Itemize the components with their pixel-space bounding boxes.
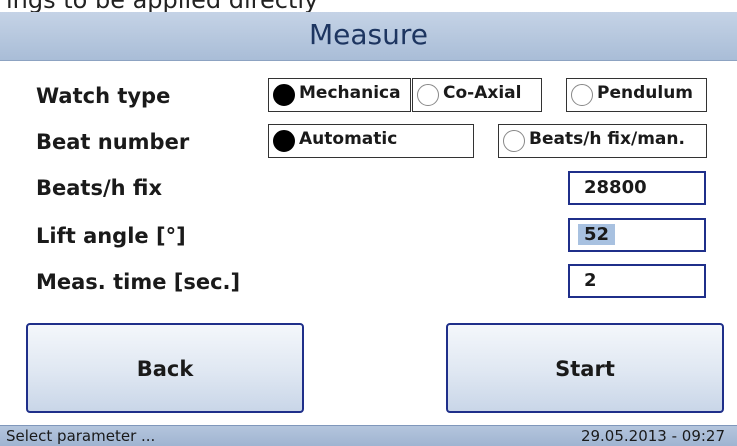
status-datetime: 29.05.2013 - 09:27: [580, 427, 725, 445]
meas-time-label: Meas. time [sec.]: [36, 270, 241, 294]
radio-empty-icon: [571, 84, 593, 106]
radio-label: Automatic: [299, 129, 398, 149]
watch-type-coaxial-radio[interactable]: Co-Axial: [412, 78, 542, 112]
radio-empty-icon: [503, 130, 525, 152]
lift-angle-value: 52: [578, 224, 616, 245]
watch-type-label: Watch type: [36, 84, 171, 108]
radio-selected-icon: [273, 130, 295, 152]
radio-empty-icon: [417, 84, 439, 106]
watch-type-pendulum-radio[interactable]: Pendulum: [566, 78, 707, 112]
radio-selected-icon: [273, 84, 295, 106]
beat-number-fixed-radio[interactable]: Beats/h fix/man.: [498, 124, 707, 158]
beats-fix-field[interactable]: 28800: [568, 171, 706, 205]
beat-number-automatic-radio[interactable]: Automatic: [268, 124, 474, 158]
status-message: Select parameter ...: [6, 427, 156, 445]
meas-time-field[interactable]: 2: [568, 264, 706, 298]
watch-type-mechanical-radio[interactable]: Mechanica: [268, 78, 411, 112]
beats-fix-label: Beats/h fix: [36, 176, 162, 200]
radio-label: Co-Axial: [443, 83, 522, 103]
meas-time-value: 2: [584, 270, 597, 291]
lift-angle-field[interactable]: 52: [568, 218, 706, 252]
radio-label: Mechanica: [299, 83, 401, 103]
radio-label: Pendulum: [597, 83, 694, 103]
back-button[interactable]: Back: [26, 323, 304, 413]
beat-number-label: Beat number: [36, 130, 190, 154]
back-button-label: Back: [136, 357, 194, 381]
start-button[interactable]: Start: [446, 323, 724, 413]
start-button-label: Start: [555, 357, 615, 381]
header-bar: Measure: [0, 12, 737, 61]
page-title: Measure: [309, 18, 428, 51]
lift-angle-label: Lift angle [°]: [36, 224, 186, 248]
status-bar: Select parameter ... 29.05.2013 - 09:27: [0, 425, 737, 446]
radio-label: Beats/h fix/man.: [529, 129, 685, 149]
beats-fix-value: 28800: [584, 177, 647, 198]
